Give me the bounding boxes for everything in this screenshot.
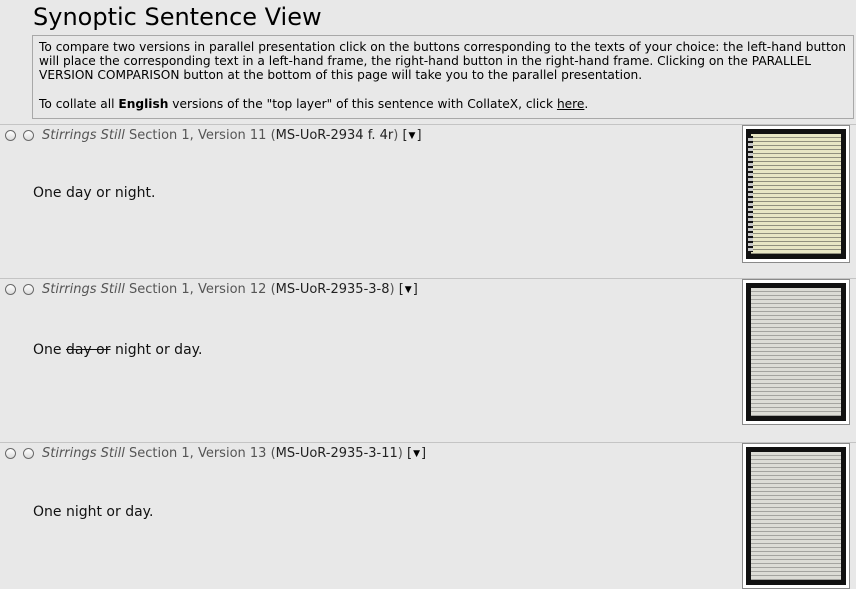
collatex-text-after: .: [584, 96, 589, 111]
language-emphasis: English: [118, 96, 169, 111]
dropdown-arrow-icon[interactable]: ▼: [413, 449, 420, 459]
bracket-close: ]: [416, 128, 422, 143]
manuscript-page: [751, 452, 841, 580]
dropdown-arrow-icon[interactable]: ▼: [409, 131, 416, 141]
sentence-prefix: One: [33, 342, 66, 358]
manuscript-thumbnail[interactable]: [742, 443, 850, 589]
close-paren: ): [397, 446, 403, 461]
work-title: Stirrings Still: [42, 446, 125, 461]
page-title: Synoptic Sentence View: [33, 3, 322, 31]
sentence-text: One night or day.: [33, 504, 154, 520]
sentence-text: One day or night or day.: [33, 342, 202, 358]
right-frame-radio[interactable]: [23, 130, 34, 141]
manuscript-image[interactable]: [746, 283, 846, 421]
left-frame-radio[interactable]: [5, 448, 16, 459]
collatex-text-before: To collate all: [39, 96, 119, 111]
close-paren: ): [389, 282, 395, 297]
sentence-suffix: night or day.: [110, 342, 203, 358]
instructions-box: To compare two versions in parallel pres…: [32, 35, 854, 119]
manuscript-id: MS-UoR-2934 f. 4r: [275, 128, 394, 143]
work-title: Stirrings Still: [42, 282, 125, 297]
collatex-text-middle: versions of the "top layer" of this sent…: [168, 96, 557, 111]
version-heading: Stirrings Still Section 1, Version 13 (M…: [42, 446, 426, 461]
work-title: Stirrings Still: [42, 128, 125, 143]
manuscript-thumbnail[interactable]: [742, 125, 850, 263]
version-heading: Stirrings Still Section 1, Version 11 (M…: [42, 128, 422, 143]
close-paren: ): [393, 128, 399, 143]
bracket-open: [: [402, 128, 408, 143]
instructions-paragraph: To compare two versions in parallel pres…: [39, 40, 846, 83]
bracket-close: ]: [412, 282, 418, 297]
manuscript-id: MS-UoR-2935-3-11: [275, 446, 398, 461]
version-label: Section 1, Version 13: [128, 446, 267, 461]
collatex-paragraph: To collate all English versions of the "…: [39, 97, 847, 111]
manuscript-thumbnail[interactable]: [742, 279, 850, 425]
version-row: Stirrings Still Section 1, Version 12 (M…: [0, 278, 856, 429]
manuscript-page: [748, 134, 841, 254]
right-frame-radio[interactable]: [23, 284, 34, 295]
notebook-spiral: [748, 136, 753, 252]
left-frame-radio[interactable]: [5, 284, 16, 295]
version-row: Stirrings Still Section 1, Version 11 (M…: [0, 124, 856, 263]
deleted-text: day or: [65, 342, 111, 358]
manuscript-image[interactable]: [746, 129, 846, 259]
version-label: Section 1, Version 11: [128, 128, 267, 143]
bracket-open: [: [398, 282, 404, 297]
manuscript-page: [751, 288, 841, 416]
bracket-close: ]: [420, 446, 427, 461]
bracket-open: [: [406, 446, 413, 461]
version-label: Section 1, Version 12: [128, 282, 267, 297]
version-row: Stirrings Still Section 1, Version 13 (M…: [0, 442, 856, 589]
manuscript-id: MS-UoR-2935-3-8: [275, 282, 390, 297]
dropdown-arrow-icon[interactable]: ▼: [405, 285, 412, 295]
collatex-link[interactable]: here: [557, 97, 584, 111]
left-frame-radio[interactable]: [5, 130, 16, 141]
manuscript-image[interactable]: [746, 447, 846, 585]
version-heading: Stirrings Still Section 1, Version 12 (M…: [42, 282, 418, 297]
right-frame-radio[interactable]: [23, 448, 34, 459]
sentence-text: One day or night.: [33, 185, 156, 201]
